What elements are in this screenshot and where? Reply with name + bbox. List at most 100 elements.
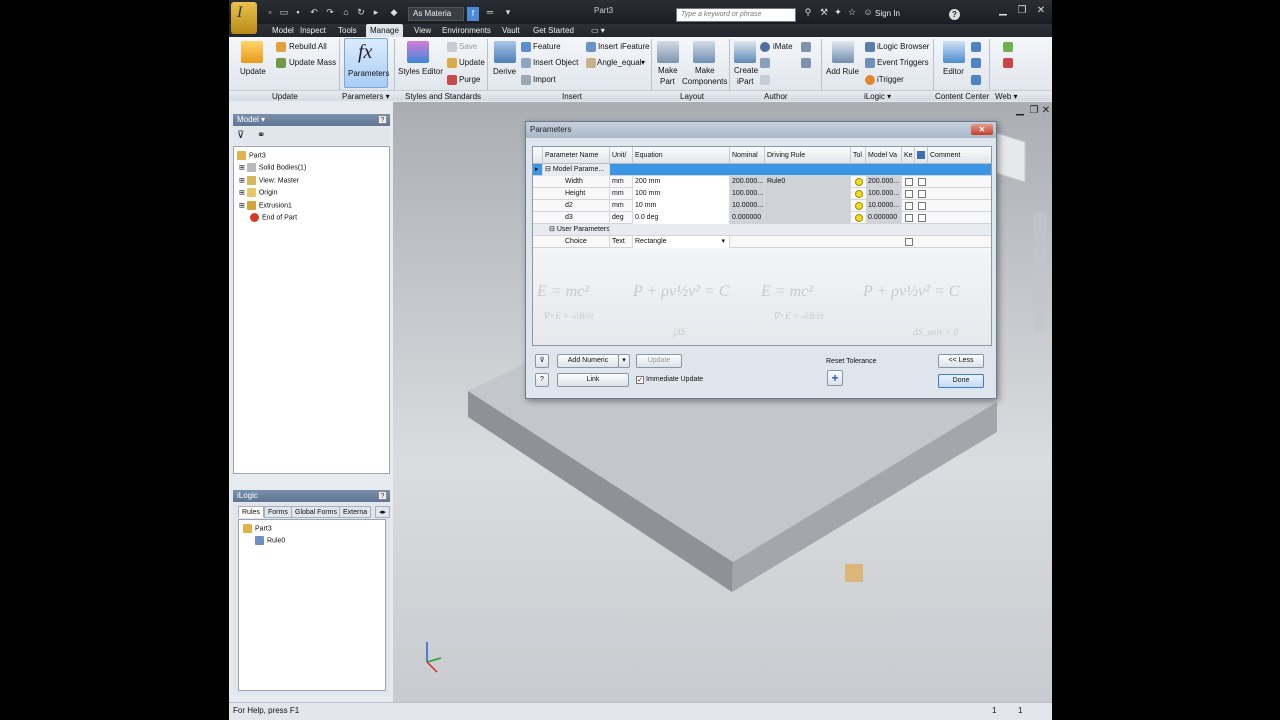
- param-equation[interactable]: 200 mm: [633, 176, 730, 188]
- col-export[interactable]: [915, 147, 928, 164]
- make-components-button-line2[interactable]: Components: [682, 77, 727, 86]
- insert-ifeature-button[interactable]: Insert iFeature: [598, 42, 650, 51]
- col-key[interactable]: Ke: [902, 147, 915, 164]
- col-driving-rule[interactable]: Driving Rule: [765, 147, 851, 164]
- tab-model[interactable]: Model: [268, 24, 298, 37]
- update-button[interactable]: Update: [636, 354, 682, 368]
- update-button[interactable]: Update: [240, 67, 266, 76]
- group-parameters-label[interactable]: Parameters ▾: [342, 92, 390, 101]
- param-comment[interactable]: [928, 188, 991, 200]
- param-equation-dropdown[interactable]: Rectangle ▾: [633, 236, 730, 248]
- chevron-down-icon[interactable]: ▾: [721, 236, 725, 248]
- web-tool1-icon[interactable]: [1003, 42, 1013, 52]
- dialog-title[interactable]: Parameters: [526, 122, 996, 138]
- model-browser-help-icon[interactable]: ?: [378, 115, 387, 124]
- select-icon[interactable]: ▸: [371, 7, 381, 17]
- insert-object-button[interactable]: Insert Object: [533, 58, 578, 67]
- update-icon[interactable]: ↻: [356, 7, 366, 17]
- param-unit[interactable]: mm: [610, 200, 633, 212]
- model-browser-title[interactable]: Model ▾: [237, 115, 265, 124]
- open-icon[interactable]: ▭: [279, 7, 289, 17]
- measure-icon[interactable]: ═: [485, 7, 495, 17]
- tree-item-solid-bodies[interactable]: ⊞ Solid Bodies(1): [239, 163, 306, 172]
- viewcube-icon[interactable]: [992, 131, 1026, 183]
- model-parameters-group-row[interactable]: ▸ ⊟ Model Parame...: [533, 164, 991, 176]
- key-checkbox[interactable]: [905, 178, 913, 186]
- tolerance-indicator-icon[interactable]: [855, 190, 863, 198]
- ribbon-options-icon[interactable]: ▭ ▾: [587, 24, 609, 37]
- fx-icon[interactable]: f: [467, 7, 479, 21]
- update-style-button[interactable]: Update: [459, 58, 485, 67]
- minimize-icon[interactable]: ▁: [994, 4, 1012, 18]
- save-icon[interactable]: ▪: [293, 7, 303, 17]
- derive-button[interactable]: Derive: [493, 67, 516, 76]
- tab-external[interactable]: Externa: [339, 506, 372, 518]
- param-unit[interactable]: mm: [610, 176, 633, 188]
- export-checkbox[interactable]: [918, 178, 926, 186]
- tab-get-started[interactable]: Get Started: [529, 24, 578, 37]
- tab-manage[interactable]: Manage: [366, 24, 403, 37]
- make-components-button-line1[interactable]: Make: [695, 66, 715, 75]
- sign-in-link[interactable]: Sign In: [875, 9, 900, 18]
- doc-close-icon[interactable]: ✕: [1037, 104, 1052, 118]
- close-icon[interactable]: ✕: [1032, 4, 1050, 18]
- event-triggers-button[interactable]: Event Triggers: [877, 58, 929, 67]
- undo-icon[interactable]: ↶: [309, 7, 319, 17]
- param-comment[interactable]: [928, 200, 991, 212]
- home-icon[interactable]: ⌂: [341, 7, 351, 17]
- col-tol[interactable]: Tol: [851, 147, 866, 164]
- tab-view[interactable]: View: [410, 24, 435, 37]
- key-checkbox[interactable]: [905, 214, 913, 222]
- immediate-update-checkbox[interactable]: ✓: [636, 376, 644, 384]
- key-checkbox[interactable]: [905, 190, 913, 198]
- export-checkbox[interactable]: [918, 214, 926, 222]
- rebuild-all-button[interactable]: Rebuild All: [289, 42, 327, 51]
- tab-vault[interactable]: Vault: [498, 24, 524, 37]
- chevron-down-icon[interactable]: ▾: [641, 58, 645, 67]
- tabs-scroll-icon[interactable]: ◂▸: [375, 506, 391, 518]
- communication-icon[interactable]: ☆: [847, 7, 857, 17]
- author-tool3-icon[interactable]: [801, 42, 811, 52]
- update-mass-button[interactable]: Update Mass: [289, 58, 336, 67]
- web-tool2-icon[interactable]: [1003, 58, 1013, 68]
- feature-button[interactable]: Feature: [533, 42, 561, 51]
- ilogic-help-icon[interactable]: ?: [378, 491, 387, 500]
- purge-button[interactable]: Purge: [459, 75, 480, 84]
- param-row-height[interactable]: Height mm 100 mm 100.000... 100.000...: [533, 188, 991, 200]
- done-button[interactable]: Done: [938, 374, 984, 388]
- author-tool-icon[interactable]: [760, 58, 770, 68]
- export-checkbox[interactable]: [918, 190, 926, 198]
- group-ilogic-label[interactable]: iLogic ▾: [864, 92, 891, 101]
- parameters-button[interactable]: fx Parameters: [344, 38, 389, 88]
- param-comment[interactable]: [928, 176, 991, 188]
- param-comment[interactable]: [928, 212, 991, 224]
- tree-item-part3[interactable]: Part3: [237, 151, 266, 160]
- tools-icon[interactable]: ⚒: [819, 7, 829, 17]
- author-tool2-icon[interactable]: [760, 75, 770, 85]
- col-parameter-name[interactable]: Parameter Name: [543, 147, 610, 164]
- param-equation[interactable]: 10 mm: [633, 200, 730, 212]
- filter-icon[interactable]: ⊽: [237, 130, 244, 141]
- rules-item-part3[interactable]: Part3: [243, 524, 272, 533]
- tab-tools[interactable]: Tools: [334, 24, 361, 37]
- styles-editor-button[interactable]: Styles Editor: [398, 67, 443, 76]
- search-input[interactable]: Type a keyword or phrase: [676, 8, 796, 22]
- key-checkbox[interactable]: [905, 238, 913, 246]
- cc-tool2-icon[interactable]: [971, 58, 981, 68]
- user-parameters-group-row[interactable]: ⊟ User Parameters: [533, 224, 991, 236]
- angle-equal-dropdown[interactable]: Angle_equal: [597, 58, 641, 67]
- param-unit[interactable]: mm: [610, 188, 633, 200]
- link-button[interactable]: Link: [557, 373, 629, 387]
- param-equation[interactable]: 100 mm: [633, 188, 730, 200]
- redo-icon[interactable]: ↷: [325, 7, 335, 17]
- add-numeric-button[interactable]: Add Numeric: [557, 354, 619, 368]
- color-icon[interactable]: ◆: [389, 7, 399, 17]
- editor-button[interactable]: Editor: [943, 67, 964, 76]
- restore-icon[interactable]: ❐: [1013, 4, 1031, 18]
- cc-tool1-icon[interactable]: [971, 42, 981, 52]
- make-part-button-line2[interactable]: Part: [660, 77, 675, 86]
- make-part-button-line1[interactable]: Make: [658, 66, 678, 75]
- tree-item-view-master[interactable]: ⊞ View: Master: [239, 176, 299, 185]
- tree-item-extrusion1[interactable]: ⊞ Extrusion1: [239, 201, 292, 210]
- tree-item-origin[interactable]: ⊞ Origin: [239, 188, 278, 197]
